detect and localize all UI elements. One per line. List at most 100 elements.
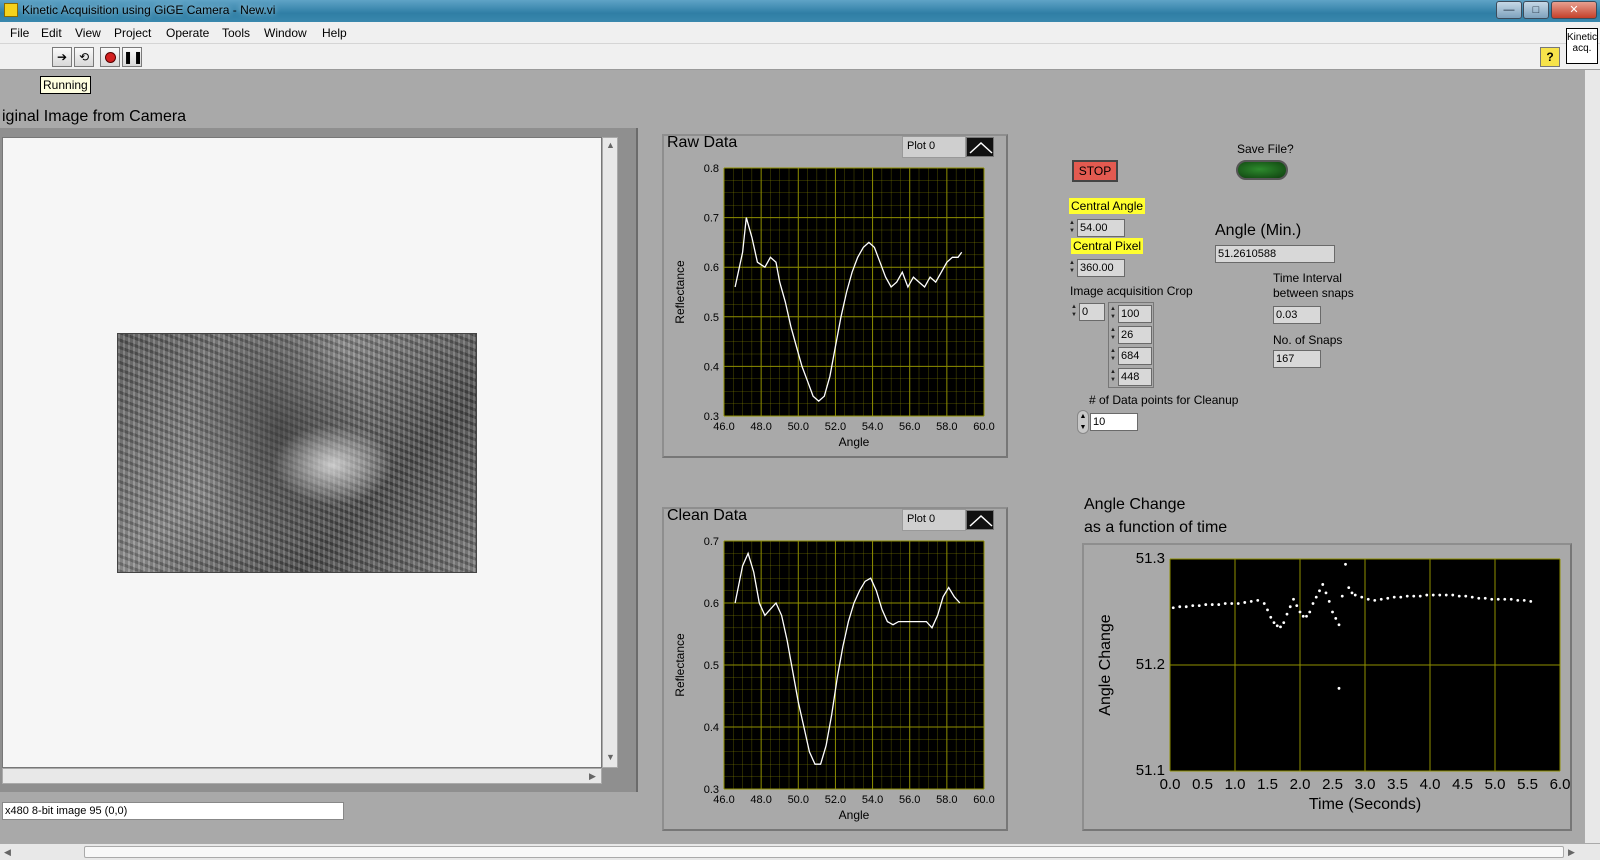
data-point [1509, 597, 1513, 601]
cleanup-label: # of Data points for Cleanup [1089, 393, 1239, 407]
data-point [1412, 594, 1416, 598]
abort-icon[interactable] [100, 47, 120, 67]
clean-plot-legend[interactable]: Plot 0 [902, 509, 966, 531]
menu-view[interactable]: View [75, 26, 101, 40]
angle-min-indicator: 51.2610588 [1215, 245, 1335, 263]
close-button[interactable]: ✕ [1551, 1, 1597, 19]
data-point [1470, 595, 1474, 599]
title-bar: Kinetic Acquisition using GiGE Camera - … [0, 0, 1600, 22]
run-continuously-icon[interactable]: ⟲ [74, 47, 94, 67]
scroll-right-icon[interactable]: ▶ [1568, 847, 1575, 858]
crop-value-field[interactable]: 100 [1118, 305, 1152, 323]
data-point [1516, 598, 1520, 602]
data-point [1314, 595, 1318, 599]
x-tick-label: 54.0 [862, 421, 883, 433]
central-pixel-spinner[interactable]: ▲ ▼ [1069, 259, 1076, 277]
central-angle-spinner[interactable]: ▲ ▼ [1069, 219, 1076, 237]
data-point [1305, 614, 1308, 618]
run-arrow-icon[interactable]: ➔ [52, 47, 72, 67]
scroll-right-icon[interactable]: ▶ [589, 771, 596, 782]
data-point [1324, 591, 1328, 595]
data-point [1256, 598, 1260, 602]
x-axis-label: Angle [839, 435, 870, 449]
central-angle-field[interactable]: 54.00 [1077, 219, 1125, 237]
interval-label: Time Interval [1273, 271, 1342, 285]
labview-app-icon[interactable] [4, 3, 18, 17]
data-point [1503, 597, 1507, 601]
data-point [1292, 597, 1295, 601]
data-point [1236, 602, 1240, 605]
x-tick-label: 5.0 [1485, 776, 1506, 793]
crop-value-spinner[interactable]: ▲ ▼ [1110, 347, 1117, 365]
pause-icon[interactable]: ❚❚ [122, 47, 143, 67]
scroll-down-icon[interactable]: ▼ [606, 752, 615, 762]
menu-tools[interactable]: Tools [222, 26, 250, 40]
minimize-button[interactable]: — [1496, 1, 1522, 19]
scroll-left-icon[interactable]: ◀ [4, 847, 11, 858]
data-point [1483, 596, 1487, 600]
x-tick-label: 56.0 [899, 794, 920, 806]
plot-line-icon[interactable] [966, 510, 994, 530]
x-tick-label: 54.0 [862, 794, 883, 806]
data-point [1321, 583, 1325, 586]
image-horizontal-scrollbar[interactable]: ▶ [2, 768, 602, 784]
data-point [1197, 604, 1201, 608]
data-point [1386, 596, 1390, 600]
menu-project[interactable]: Project [114, 26, 151, 40]
y-tick-label: 51.1 [1136, 762, 1165, 779]
save-file-toggle[interactable] [1236, 160, 1288, 180]
data-point [1431, 593, 1435, 597]
stop-button[interactable]: STOP [1072, 160, 1118, 182]
data-point [1337, 686, 1341, 690]
y-tick-label: 0.6 [704, 598, 719, 610]
raw-data-plot[interactable]: 46.0 48.0 50.0 52.0 54.0 56.0 58.0 60.00.80.70.… [662, 158, 1008, 458]
data-point [1184, 605, 1188, 609]
data-point [1340, 594, 1344, 598]
vi-icon[interactable]: Kinetic acq. [1566, 28, 1598, 64]
y-axis-label: Reflectance [673, 260, 687, 324]
horizontal-scroll-thumb[interactable] [84, 846, 1564, 858]
menu-window[interactable]: Window [264, 26, 307, 40]
data-point [1353, 593, 1357, 597]
crop-value-field[interactable]: 448 [1118, 368, 1152, 386]
cleanup-field[interactable]: 10 [1090, 413, 1138, 431]
central-pixel-field[interactable]: 360.00 [1077, 259, 1125, 277]
data-point [1327, 600, 1331, 603]
menu-help[interactable]: Help [322, 26, 347, 40]
image-vertical-scrollbar[interactable]: ▲ ▼ [602, 137, 618, 768]
camera-image[interactable] [117, 333, 477, 573]
crop-index-field[interactable]: 0 [1079, 303, 1105, 321]
crop-value-field[interactable]: 26 [1118, 326, 1152, 344]
cleanup-spinner[interactable]: ▲ ▼ [1077, 410, 1089, 434]
crop-value-spinner[interactable]: ▲ ▼ [1110, 305, 1117, 323]
window-vertical-scrollbar[interactable] [1584, 70, 1600, 843]
menu-operate[interactable]: Operate [166, 26, 209, 40]
context-help-icon[interactable]: ? [1540, 47, 1560, 67]
data-point [1217, 603, 1221, 606]
angle-change-plot[interactable]: 0.0 0.5 1.0 1.5 2.0 2.5 3.0 3.5 4.0 4.5 5.0 5.5 6.05… [1082, 543, 1572, 831]
crop-value-field[interactable]: 684 [1118, 347, 1152, 365]
plot-line-icon[interactable] [966, 137, 994, 157]
crop-index-spinner[interactable]: ▲ ▼ [1071, 303, 1078, 321]
crop-value-spinner[interactable]: ▲ ▼ [1110, 326, 1117, 344]
x-tick-label: 52.0 [825, 794, 846, 806]
data-point [1360, 595, 1364, 599]
y-tick-label: 0.7 [704, 213, 719, 225]
menu-file[interactable]: File [10, 26, 29, 40]
maximize-button[interactable]: □ [1523, 1, 1549, 19]
x-tick-label: 1.5 [1257, 776, 1278, 793]
window-horizontal-scrollbar[interactable]: ◀ ▶ [0, 843, 1600, 860]
data-point [1522, 598, 1526, 602]
y-tick-label: 0.8 [704, 163, 719, 175]
menu-edit[interactable]: Edit [41, 26, 62, 40]
data-point [1295, 604, 1299, 608]
raw-plot-legend[interactable]: Plot 0 [902, 136, 966, 158]
x-tick-label: 58.0 [936, 421, 957, 433]
data-point [1223, 602, 1227, 605]
data-point [1337, 623, 1341, 627]
clean-data-plot[interactable]: 46.0 48.0 50.0 52.0 54.0 56.0 58.0 60.00.70.60.… [662, 531, 1008, 831]
data-point [1243, 601, 1247, 604]
crop-value-spinner[interactable]: ▲ ▼ [1110, 368, 1117, 386]
x-tick-label: 5.5 [1517, 776, 1538, 793]
scroll-up-icon[interactable]: ▲ [606, 140, 615, 150]
